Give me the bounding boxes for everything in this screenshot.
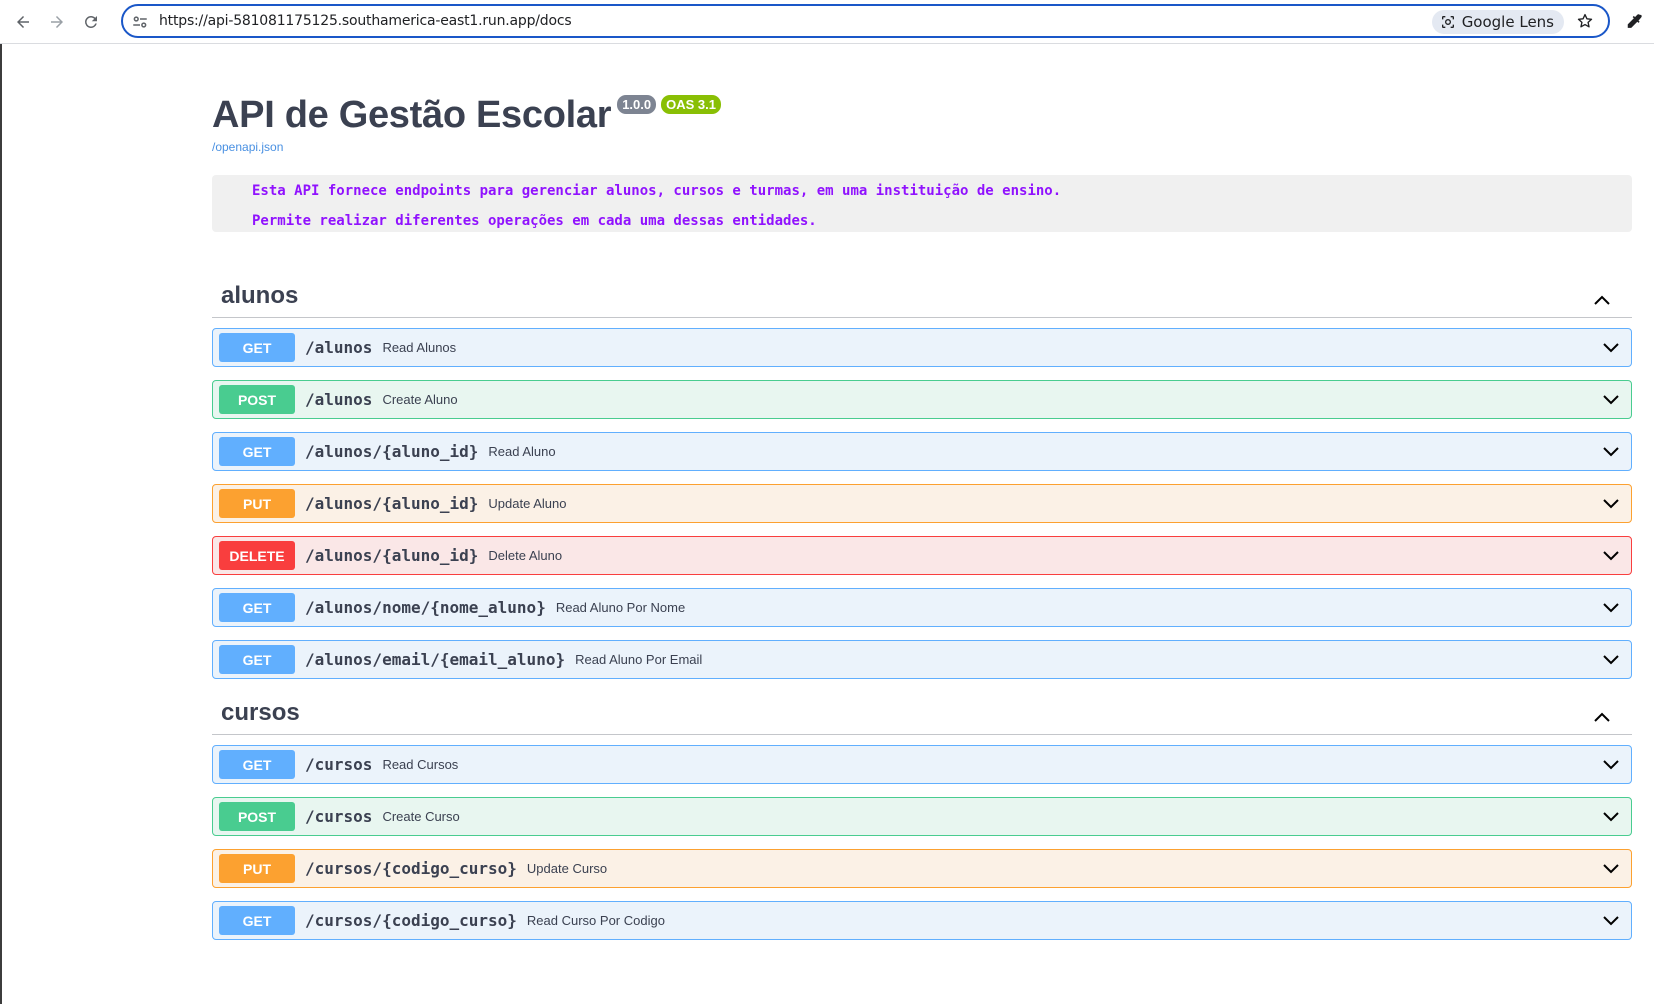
chevron-down-icon[interactable] (1601, 338, 1621, 358)
operation-path: /cursos/{codigo_curso} Update Curso (305, 859, 608, 878)
operation-summary: Read Aluno (488, 444, 556, 459)
operation-get-cursos[interactable]: GET /cursos Read Cursos (212, 745, 1632, 784)
method-badge: GET (219, 750, 295, 779)
chevron-down-icon[interactable] (1601, 911, 1621, 931)
reload-button[interactable] (78, 9, 104, 35)
url-text[interactable]: https://api-581081175125.southamerica-ea… (159, 13, 572, 29)
chevron-down-icon[interactable] (1601, 494, 1621, 514)
method-badge: GET (219, 906, 295, 935)
openapi-json-link[interactable]: /openapi.json (212, 140, 283, 154)
tag-name: cursos (221, 699, 300, 726)
operation-summary: Read Aluno Por Email (575, 652, 703, 667)
operation-path: /alunos/{aluno_id} Update Aluno (305, 494, 567, 513)
operation-path: /alunos/nome/{nome_aluno} Read Aluno Por … (305, 598, 686, 617)
operation-path: /alunos/email/{email_aluno} Read Aluno Po… (305, 650, 703, 669)
chevron-down-icon[interactable] (1601, 650, 1621, 670)
operation-post-cursos[interactable]: POST /cursos Create Curso (212, 797, 1632, 836)
operation-get-curso-por-codigo[interactable]: GET /cursos/{codigo_curso} Read Curso Por… (212, 901, 1632, 940)
operation-put-curso[interactable]: PUT /cursos/{codigo_curso} Update Curso (212, 849, 1632, 888)
browser-toolbar: https://api-581081175125.southamerica-ea… (0, 0, 1654, 44)
description-line-2: Permite realizar diferentes operações em… (252, 213, 817, 229)
chevron-up-icon[interactable] (1592, 290, 1612, 310)
method-badge: POST (219, 385, 295, 414)
google-lens-label: Google Lens (1461, 13, 1554, 31)
eyedropper-icon[interactable] (1624, 12, 1644, 32)
operation-summary: Read Cursos (382, 757, 459, 772)
info-header: API de Gestão Escolar 1.0.0 OAS 3.1 (212, 94, 721, 137)
operation-post-alunos[interactable]: POST /alunos Create Aluno (212, 380, 1632, 419)
method-badge: GET (219, 333, 295, 362)
operation-summary: Update Aluno (488, 496, 567, 511)
method-badge: POST (219, 802, 295, 831)
operation-path: /cursos Read Cursos (305, 755, 459, 774)
operation-path: /alunos Create Aluno (305, 390, 458, 409)
chevron-up-icon[interactable] (1592, 707, 1612, 727)
tag-header-alunos[interactable]: alunos (212, 278, 1632, 318)
chevron-down-icon[interactable] (1601, 390, 1621, 410)
google-lens-button[interactable]: Google Lens (1431, 10, 1564, 34)
window-edge (0, 44, 2, 1004)
address-bar[interactable]: https://api-581081175125.southamerica-ea… (121, 4, 1610, 38)
operation-path: /cursos Create Curso (305, 807, 460, 826)
operation-get-aluno-por-nome[interactable]: GET /alunos/nome/{nome_aluno} Read Aluno … (212, 588, 1632, 627)
operation-path: /cursos/{codigo_curso} Read Curso Por Cod… (305, 911, 665, 930)
operation-summary: Delete Aluno (488, 548, 563, 563)
site-settings-icon[interactable] (131, 13, 149, 31)
operation-get-aluno[interactable]: GET /alunos/{aluno_id} Read Aluno (212, 432, 1632, 471)
operation-summary: Read Aluno Por Nome (555, 600, 686, 615)
lens-icon (1441, 16, 1454, 28)
chevron-down-icon[interactable] (1601, 598, 1621, 618)
chevron-down-icon[interactable] (1601, 442, 1621, 462)
operation-path: /alunos Read Alunos (305, 338, 457, 357)
chevron-down-icon[interactable] (1601, 546, 1621, 566)
operation-get-aluno-por-email[interactable]: GET /alunos/email/{email_aluno} Read Alun… (212, 640, 1632, 679)
page-title: API de Gestão Escolar (212, 94, 612, 136)
operation-summary: Update Curso (526, 861, 608, 876)
arrow-left-icon (17, 16, 29, 28)
operation-get-alunos[interactable]: GET /alunos Read Alunos (212, 328, 1632, 367)
method-badge: DELETE (219, 541, 295, 570)
operation-delete-aluno[interactable]: DELETE /alunos/{aluno_id} Delete Aluno (212, 536, 1632, 575)
method-badge: PUT (219, 854, 295, 883)
method-badge: GET (219, 645, 295, 674)
forward-button[interactable] (44, 9, 70, 35)
chevron-down-icon[interactable] (1601, 807, 1621, 827)
method-badge: GET (219, 437, 295, 466)
reload-icon (85, 16, 97, 28)
operation-summary: Read Curso Por Codigo (526, 913, 665, 928)
api-description: Esta API fornece endpoints para gerencia… (212, 175, 1632, 232)
tag-header-cursos[interactable]: cursos (212, 695, 1632, 735)
operation-path: /alunos/{aluno_id} Read Aluno (305, 442, 556, 461)
operation-summary: Create Aluno (382, 392, 458, 407)
chevron-down-icon[interactable] (1601, 755, 1621, 775)
arrow-right-icon (51, 16, 63, 28)
back-button[interactable] (10, 9, 36, 35)
operation-path: /alunos/{aluno_id} Delete Aluno (305, 546, 563, 565)
version-badge: 1.0.0 (617, 95, 657, 114)
chevron-down-icon[interactable] (1601, 859, 1621, 879)
operation-summary: Create Curso (382, 809, 460, 824)
bookmark-star-icon[interactable] (1576, 12, 1594, 30)
oas-badge: OAS 3.1 (661, 95, 721, 114)
operation-summary: Read Alunos (382, 340, 457, 355)
description-line-1: Esta API fornece endpoints para gerencia… (252, 183, 1062, 199)
tag-name: alunos (221, 282, 299, 309)
method-badge: GET (219, 593, 295, 622)
operation-put-aluno[interactable]: PUT /alunos/{aluno_id} Update Aluno (212, 484, 1632, 523)
method-badge: PUT (219, 489, 295, 518)
